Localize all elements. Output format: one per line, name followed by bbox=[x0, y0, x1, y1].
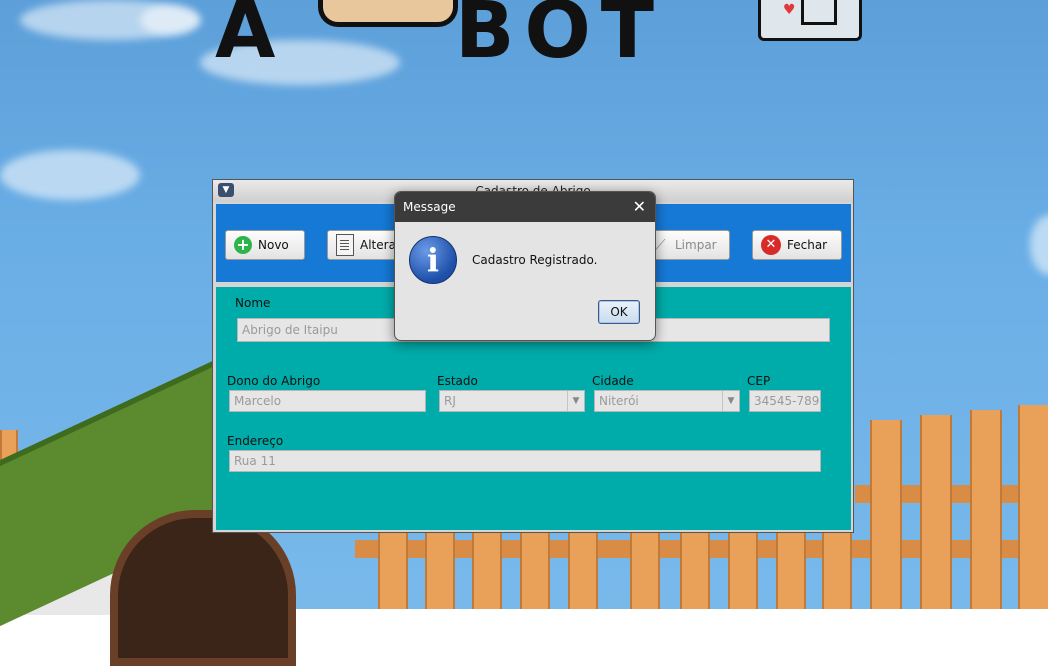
novo-button-label: Novo bbox=[258, 238, 289, 252]
logo-text-shape: A bbox=[215, 0, 282, 76]
edit-document-icon bbox=[336, 234, 354, 256]
doghouse-logo-icon: ♥ bbox=[758, 0, 862, 41]
cep-label: CEP bbox=[747, 374, 771, 388]
endereco-label: Endereço bbox=[227, 434, 284, 448]
dono-label: Dono do Abrigo bbox=[227, 374, 321, 388]
fence-plank bbox=[520, 533, 550, 609]
cidade-value: Niterói bbox=[599, 394, 639, 408]
close-circle-icon: ✕ bbox=[761, 235, 781, 255]
plus-icon: + bbox=[234, 236, 252, 254]
ok-button[interactable]: OK bbox=[598, 300, 640, 324]
fence-plank bbox=[425, 533, 455, 609]
fence-plank bbox=[920, 415, 952, 609]
fence-plank bbox=[378, 533, 408, 609]
estado-label: Estado bbox=[437, 374, 478, 388]
alterar-button-label: Altera bbox=[360, 238, 396, 252]
chevron-down-icon: ▼ bbox=[567, 391, 584, 411]
cloud bbox=[140, 5, 200, 35]
endereco-field[interactable]: Rua 11 bbox=[229, 450, 821, 472]
cidade-select[interactable]: Niterói ▼ bbox=[594, 390, 740, 412]
cloud bbox=[1030, 215, 1048, 275]
nome-label: Nome bbox=[235, 296, 271, 310]
fence-plank bbox=[970, 410, 1002, 609]
fence-plank bbox=[728, 533, 758, 609]
broom-icon: ⟋ bbox=[655, 236, 666, 254]
fechar-button-label: Fechar bbox=[787, 238, 828, 252]
logo-text-shape: BOT bbox=[455, 0, 664, 76]
cidade-label: Cidade bbox=[592, 374, 634, 388]
fechar-button[interactable]: ✕ Fechar bbox=[752, 230, 842, 260]
fence-plank bbox=[870, 420, 902, 609]
heart-icon: ♥ bbox=[783, 2, 796, 18]
dialog-message: Cadastro Registrado. bbox=[472, 253, 598, 267]
cloud bbox=[0, 150, 140, 200]
dono-field[interactable]: Marcelo bbox=[229, 390, 426, 412]
fence-plank bbox=[776, 533, 806, 609]
estado-value: RJ bbox=[444, 394, 456, 408]
message-dialog: Message ✕ i Cadastro Registrado. OK bbox=[394, 191, 656, 341]
chevron-down-icon: ▼ bbox=[722, 391, 739, 411]
dialog-titlebar[interactable]: Message ✕ bbox=[395, 192, 655, 222]
limpar-button-label: Limpar bbox=[675, 238, 717, 252]
bone-icon bbox=[318, 0, 458, 27]
fence-plank bbox=[680, 533, 710, 609]
fence-plank bbox=[822, 533, 852, 609]
fence-plank bbox=[1018, 405, 1048, 609]
door-shape bbox=[801, 0, 837, 25]
doghouse-door bbox=[110, 510, 296, 666]
fence-plank bbox=[630, 533, 660, 609]
estado-select[interactable]: RJ ▼ bbox=[439, 390, 585, 412]
fence-plank bbox=[568, 533, 598, 609]
cep-field[interactable]: 34545-789 bbox=[749, 390, 821, 412]
close-icon[interactable]: ✕ bbox=[633, 197, 646, 216]
limpar-button[interactable]: ⟋ Limpar bbox=[646, 230, 730, 260]
fence-plank bbox=[472, 533, 502, 609]
info-icon: i bbox=[409, 236, 457, 284]
dialog-title: Message bbox=[403, 200, 456, 214]
novo-button[interactable]: + Novo bbox=[225, 230, 305, 260]
